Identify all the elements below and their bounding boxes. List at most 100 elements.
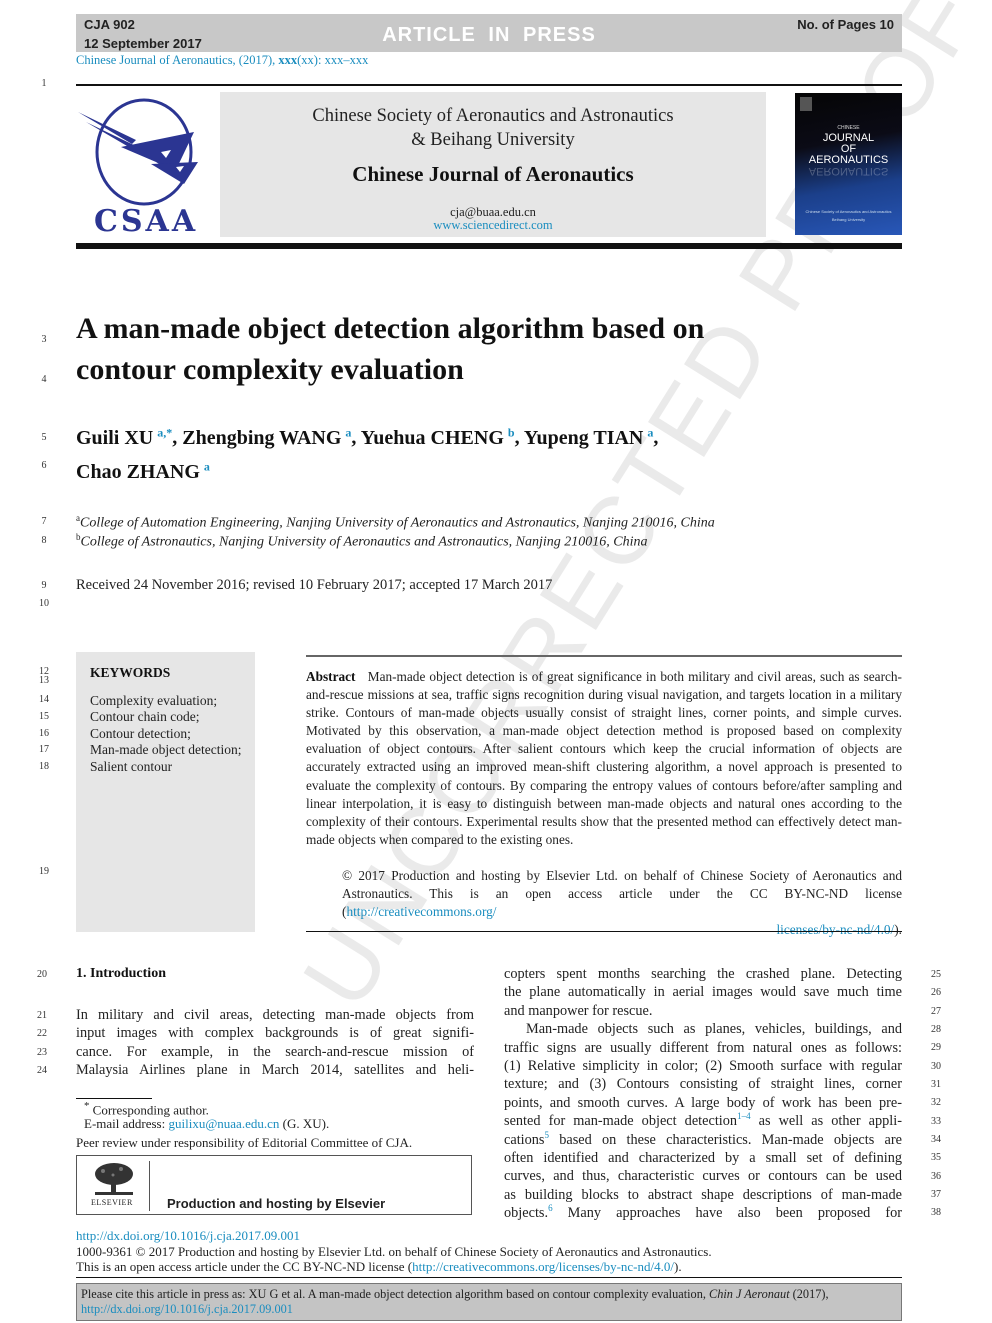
citation-text: Please cite this article in press as: XU… bbox=[81, 1287, 709, 1301]
line-number: 26 bbox=[931, 987, 941, 998]
line-number: 9 bbox=[41, 580, 47, 591]
text-line: copters spent months searching the crash… bbox=[504, 966, 902, 982]
line-number: 3 bbox=[41, 334, 47, 345]
text-line: input images with complex backgrounds is… bbox=[76, 1025, 474, 1042]
email-note: E-mail address: guilixu@nuaa.edu.cn (G. … bbox=[84, 1116, 329, 1132]
line-number: 27 bbox=[931, 1006, 941, 1017]
line-number: 38 bbox=[931, 1207, 941, 1218]
journal-reference[interactable]: Chinese Journal of Aeronautics, (2017), … bbox=[76, 53, 368, 68]
society-line-1: Chinese Society of Aeronautics and Astro… bbox=[312, 106, 674, 126]
text-line: the plane automatically in aerial images… bbox=[504, 984, 902, 1001]
author-affiliation-mark[interactable]: a bbox=[204, 460, 210, 474]
csaa-emblem-icon bbox=[78, 98, 198, 206]
journal-masthead: Chinese Society of Aeronautics and Astro… bbox=[220, 92, 766, 237]
line-number: 18 bbox=[39, 761, 49, 772]
publisher-logo-icon bbox=[800, 97, 812, 111]
csaa-logo-text: CSAA bbox=[94, 204, 199, 239]
intro-right-column: copters spent months searching the crash… bbox=[504, 965, 902, 1222]
cover-title-reflection: AERONAUTICS bbox=[808, 165, 889, 177]
affiliation: aCollege of Automation Engineering, Nanj… bbox=[76, 513, 715, 531]
doi-link[interactable]: http://dx.doi.org/10.1016/j.cja.2017.09.… bbox=[76, 1228, 906, 1244]
line-number: 30 bbox=[931, 1061, 941, 1072]
cover-small-text: CHINESE bbox=[837, 125, 860, 131]
journal-ref-volume: xxx bbox=[278, 53, 298, 67]
line-number: 33 bbox=[931, 1116, 941, 1127]
license-link-continued[interactable]: licenses/by-nc-nd/4.0/ bbox=[776, 922, 894, 937]
line-number: 20 bbox=[37, 969, 47, 980]
citation-box: Please cite this article in press as: XU… bbox=[76, 1283, 902, 1321]
line-number: 31 bbox=[931, 1079, 941, 1090]
text-line: texture; and (3) Contours consisting of … bbox=[504, 1076, 902, 1093]
license-line: This is an open access article under the… bbox=[76, 1259, 682, 1275]
doi-block: http://dx.doi.org/10.1016/j.cja.2017.09.… bbox=[76, 1228, 906, 1275]
text-line: cations5 based on these characteristics.… bbox=[504, 1129, 902, 1148]
citation-journal: Chin J Aeronaut bbox=[709, 1287, 790, 1301]
line-number: 12 13 bbox=[39, 666, 49, 686]
keyword-item: Complexity evaluation; bbox=[90, 693, 218, 708]
email-tail: (G. XU). bbox=[279, 1116, 330, 1131]
elsevier-tree-icon bbox=[95, 1163, 133, 1195]
author: Chao ZHANG a bbox=[76, 459, 210, 484]
author: Guili XU a,* bbox=[76, 425, 173, 449]
journal-cover-image: CHINESE JOURNAL OF AERONAUTICS AERONAUTI… bbox=[795, 93, 902, 235]
text-line: (1) Relative simplicity in color; (2) Sm… bbox=[504, 1057, 902, 1074]
author-affiliation-mark[interactable]: a bbox=[647, 425, 653, 439]
line-number: 1 bbox=[41, 78, 47, 89]
asterisk-mark: * bbox=[84, 1100, 90, 1112]
text-line: In military and civil areas, detecting m… bbox=[76, 1007, 474, 1023]
line-number: 24 bbox=[37, 1065, 47, 1076]
text-line: and manpower for rescue. bbox=[504, 1002, 653, 1019]
line-number: 8 bbox=[41, 535, 47, 546]
abstract-copyright: © 2017 Production and hosting by Elsevie… bbox=[306, 867, 902, 939]
author-email-link[interactable]: guilixu@nuaa.edu.cn bbox=[168, 1116, 279, 1131]
affiliation: bCollege of Astronautics, Nanjing Univer… bbox=[76, 532, 648, 550]
text-line: traffic signs are usually different from… bbox=[504, 1039, 902, 1056]
received-dates: Received 24 November 2016; revised 10 Fe… bbox=[76, 577, 553, 593]
line-number: 16 bbox=[39, 728, 49, 739]
line-number: 28 bbox=[931, 1024, 941, 1035]
citation-year: (2017), bbox=[789, 1287, 829, 1301]
text-line: points, and smooth curves. A large body … bbox=[504, 1094, 902, 1111]
production-hosting-text: Production and hosting by Elsevier bbox=[167, 1196, 386, 1211]
author: Zhengbing WANG a bbox=[182, 425, 352, 449]
doi-rule bbox=[76, 1277, 902, 1278]
line-number: 23 bbox=[37, 1047, 47, 1058]
keyword-item: Contour chain code; bbox=[90, 709, 200, 724]
title-line-1: A man-made object detection algorithm ba… bbox=[76, 312, 705, 345]
license-link[interactable]: http://creativecommons.org/licenses/by-n… bbox=[412, 1259, 674, 1274]
line-number: 34 bbox=[931, 1134, 941, 1145]
line-number: 19 bbox=[39, 866, 49, 877]
line-number: 25 bbox=[931, 969, 941, 980]
line-number: 4 bbox=[41, 374, 47, 385]
journal-name: Chinese Journal of Aeronautics bbox=[352, 162, 634, 186]
line-number: 17 bbox=[39, 744, 49, 755]
text-line: objects.6 Many approaches have also been… bbox=[504, 1203, 902, 1222]
journal-ref-suffix: (xx): xxx–xxx bbox=[297, 53, 369, 67]
sciencedirect-link[interactable]: www.sciencedirect.com bbox=[220, 218, 766, 233]
keyword-item: Salient contour bbox=[90, 759, 173, 774]
society-name: Chinese Society of Aeronautics and Astro… bbox=[220, 104, 766, 152]
author-affiliation-mark[interactable]: a,* bbox=[157, 425, 172, 439]
text-line: often identified and characterized by a … bbox=[504, 1149, 902, 1166]
cover-footer-1: Chinese Society of Aeronautics and Astro… bbox=[805, 209, 892, 214]
text-line: as building blocks to abstract shape des… bbox=[504, 1186, 902, 1203]
author: Yupeng TIAN a bbox=[523, 425, 654, 449]
line-number: 37 bbox=[931, 1189, 941, 1200]
line-number: 10 bbox=[39, 598, 49, 609]
line-number: 35 bbox=[931, 1152, 941, 1163]
line-number: 5 bbox=[41, 432, 47, 443]
abstract-label: Abstract bbox=[306, 669, 356, 684]
masthead-bottom-rule bbox=[76, 243, 902, 249]
keyword-item: Man-made object detection; bbox=[90, 742, 242, 757]
author-affiliation-mark[interactable]: b bbox=[508, 425, 515, 439]
cover-footer-2: Beihang University bbox=[831, 217, 866, 222]
footnote-rule bbox=[76, 1098, 152, 1099]
author-affiliation-mark[interactable]: a bbox=[345, 425, 351, 439]
citation-ref[interactable]: 1–4 bbox=[737, 1111, 751, 1121]
copyright-end: ). bbox=[894, 922, 902, 938]
license-link[interactable]: http://creativecommons.org/ bbox=[346, 904, 496, 919]
abstract-top-rule bbox=[306, 655, 902, 657]
abstract: Abstract Man-made object detection is of… bbox=[306, 668, 902, 849]
citation-doi-link[interactable]: http://dx.doi.org/10.1016/j.cja.2017.09.… bbox=[81, 1302, 293, 1316]
abstract-text: Man-made object detection is of great si… bbox=[306, 669, 902, 847]
